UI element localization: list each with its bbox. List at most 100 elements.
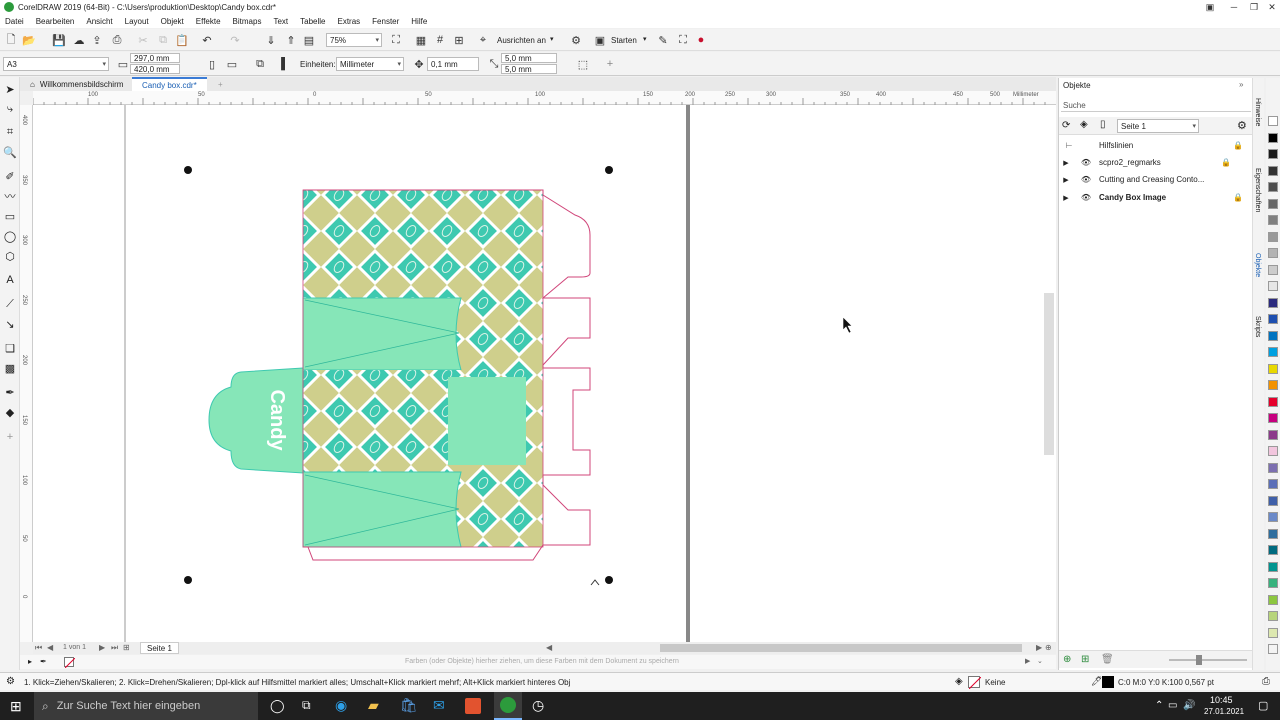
menu-layout[interactable]: Layout	[125, 17, 149, 26]
add-tool-icon[interactable]: +	[3, 430, 17, 444]
color-swatch[interactable]	[1268, 314, 1278, 324]
horizontal-ruler[interactable]: 100 50 0 50 100 150 200 250 300 350 400 …	[33, 91, 1056, 105]
expand-arrow-icon[interactable]: ▶	[1059, 176, 1073, 184]
zoom-slider-thumb[interactable]	[1196, 655, 1202, 665]
color-swatch[interactable]	[1268, 495, 1278, 506]
menu-datei[interactable]: Datei	[5, 17, 24, 26]
canvas-svg[interactable]: Candy	[33, 105, 1056, 642]
color-swatch[interactable]	[1268, 611, 1278, 621]
eyedropper-icon[interactable]: ✒	[3, 385, 17, 399]
color-swatch[interactable]	[1268, 512, 1278, 522]
vertical-scrollbar-thumb[interactable]	[1044, 293, 1054, 455]
layers-icon[interactable]: ◈	[1080, 119, 1088, 130]
color-swatch[interactable]	[1268, 627, 1278, 638]
navigator-icon[interactable]: ⊕	[1045, 643, 1052, 652]
export-icon[interactable]: ⇑	[284, 33, 298, 47]
artistic-media-icon[interactable]: 〰	[3, 189, 17, 203]
options-gear-icon[interactable]: ⚙	[569, 33, 583, 47]
prev-page-icon[interactable]: ◀	[47, 643, 53, 652]
edge-icon[interactable]: ◉	[335, 697, 347, 714]
freehand-tool-icon[interactable]: ✐	[3, 169, 17, 183]
show-grid-icon[interactable]: #	[433, 33, 447, 47]
menu-text[interactable]: Text	[273, 17, 288, 26]
paste-icon[interactable]: 📋	[175, 33, 189, 47]
first-page-icon[interactable]: ⏮	[35, 643, 42, 653]
corel-logo-icon[interactable]: ●	[694, 33, 708, 47]
printer-icon[interactable]: ⎙	[1262, 676, 1270, 687]
menu-ansicht[interactable]: Ansicht	[86, 17, 112, 26]
show-rulers-icon[interactable]: ▦	[414, 33, 428, 47]
layer-manager-icon[interactable]: ⟳	[1062, 120, 1070, 131]
close-button[interactable]: ✕	[1260, 0, 1280, 14]
side-tab-scripts[interactable]: Skripts	[1254, 316, 1261, 337]
crop-tool-icon[interactable]: ⌗	[3, 125, 17, 139]
mail-icon[interactable]: ✉	[433, 697, 445, 714]
expand-arrow-icon[interactable]: ▶	[1059, 194, 1073, 202]
color-swatch[interactable]	[1268, 215, 1278, 225]
menu-effekte[interactable]: Effekte	[196, 17, 221, 26]
cortana-icon[interactable]: ◯	[270, 698, 285, 714]
corel-photo-icon[interactable]	[465, 698, 481, 714]
page-tab[interactable]: Seite 1	[140, 642, 179, 654]
portrait-icon[interactable]: ▯	[205, 57, 219, 71]
shape-tool-icon[interactable]: ⤷	[3, 102, 17, 116]
play-icon[interactable]: ▸	[28, 657, 32, 666]
color-swatch[interactable]	[1268, 248, 1278, 258]
tab-welcome[interactable]: ⌂ Willkommensbildschirm	[20, 77, 133, 91]
full-screen-icon[interactable]: ⛶	[389, 33, 403, 47]
color-swatch[interactable]	[1268, 182, 1278, 192]
add-page-icon[interactable]: ⊞	[123, 643, 130, 652]
drawing-canvas[interactable]: Candy	[33, 105, 1056, 642]
eye-icon[interactable]: 👁	[1073, 158, 1099, 167]
scroll-right-icon[interactable]: ▶	[1036, 643, 1042, 652]
color-swatch[interactable]	[1268, 264, 1278, 275]
taskbar-search[interactable]: ⌕ Zur Suche Text hier eingeben	[34, 692, 258, 720]
polygon-tool-icon[interactable]: ⬡	[3, 249, 17, 263]
file-explorer-icon[interactable]: ▰	[368, 697, 379, 714]
eye-icon[interactable]: 👁	[1073, 193, 1099, 202]
redo-icon[interactable]: ↷	[228, 33, 242, 47]
layer-row[interactable]: ▶ 👁 Candy Box Image 🔒	[1059, 189, 1253, 206]
color-swatch[interactable]	[1268, 545, 1278, 555]
cut-icon[interactable]: ✂	[136, 33, 150, 47]
volume-icon[interactable]: 🔊	[1183, 700, 1195, 711]
expand-icon[interactable]: ⌄	[1037, 657, 1043, 665]
horizontal-scrollbar-thumb[interactable]	[660, 644, 1022, 652]
layer-row[interactable]: ⊢ Hilfslinien 🔒	[1059, 137, 1253, 154]
color-swatch[interactable]	[1268, 429, 1278, 440]
lock-icon[interactable]: 🔒	[1233, 141, 1243, 150]
last-page-icon[interactable]: ⏭	[111, 643, 118, 653]
copy-icon[interactable]: ⧉	[156, 33, 170, 47]
print-icon[interactable]: ⎙	[110, 33, 124, 47]
color-swatch[interactable]	[1268, 165, 1278, 176]
notification-icon[interactable]: ▢	[1258, 699, 1268, 712]
color-swatch[interactable]	[1268, 578, 1278, 588]
open-icon[interactable]: 📂	[22, 33, 36, 47]
lock-icon[interactable]: 🔒	[1221, 158, 1231, 167]
candy-box-artwork[interactable]: Candy	[208, 189, 591, 561]
menu-objekt[interactable]: Objekt	[161, 17, 184, 26]
save-icon[interactable]: 💾	[52, 33, 66, 47]
windows-start-icon[interactable]: ⊞	[10, 698, 22, 715]
drop-shadow-icon[interactable]: ❑	[3, 341, 17, 355]
launch-icon[interactable]: ▣	[593, 33, 607, 47]
side-tab-hints[interactable]: Hinweise	[1254, 98, 1261, 126]
color-swatch[interactable]	[1268, 297, 1278, 308]
next-page-icon[interactable]: ▶	[99, 643, 105, 652]
tab-candy-box[interactable]: Candy box.cdr*	[132, 77, 207, 91]
color-swatch[interactable]	[1268, 347, 1278, 357]
layer-row[interactable]: ▶ 👁 Cutting and Creasing Conto...	[1059, 171, 1253, 188]
snap-icon[interactable]: ⌖	[476, 33, 490, 47]
new-master-layer-icon[interactable]: ⊞	[1081, 654, 1089, 665]
color-swatch[interactable]	[1268, 413, 1278, 423]
pen-icon[interactable]: ✎	[656, 33, 670, 47]
task-view-icon[interactable]: ⧉	[302, 698, 311, 713]
eyedropper-icon[interactable]: ✒	[40, 657, 47, 666]
cloud-icon[interactable]: ☁	[72, 33, 86, 47]
coreldraw-taskbar-icon[interactable]	[494, 692, 522, 720]
color-swatch[interactable]	[1268, 396, 1278, 407]
color-swatch[interactable]	[1268, 594, 1278, 605]
new-tab-icon[interactable]: +	[208, 77, 233, 91]
network-icon[interactable]: ▭	[1168, 700, 1177, 711]
settings-gear-icon[interactable]: ⚙	[1237, 119, 1247, 132]
